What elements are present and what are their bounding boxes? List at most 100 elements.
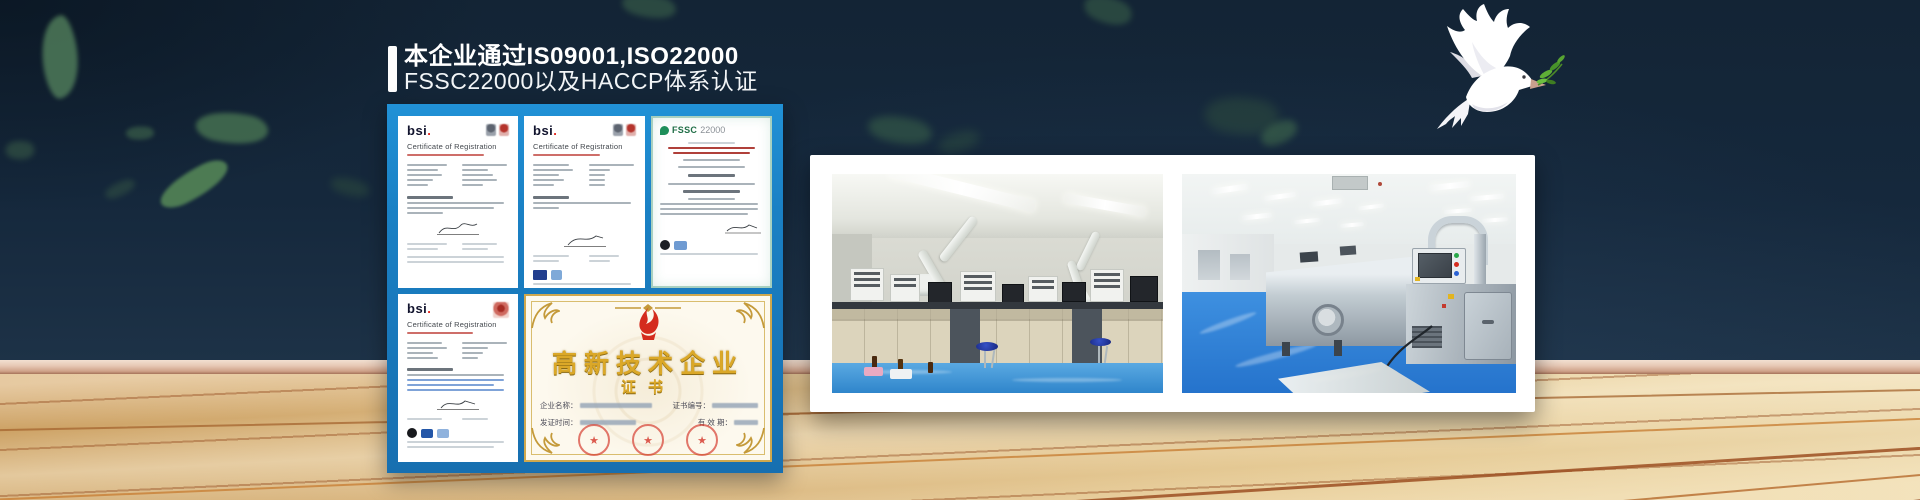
certificate-bold-line <box>407 368 453 371</box>
signature <box>660 221 763 235</box>
lab-instrument <box>850 268 884 301</box>
field-label: 证书编号： <box>673 400 711 411</box>
amber-bottle <box>928 362 933 373</box>
certificate-text-line <box>533 207 559 209</box>
certificate-text-line <box>660 213 748 215</box>
certificate-text-line <box>407 202 504 204</box>
accreditation-logos <box>407 428 509 438</box>
gold-corner-ornament <box>736 300 766 330</box>
certificate-subtitle-line <box>407 332 473 334</box>
certificate-legal-line <box>407 446 494 448</box>
accreditation-logos <box>660 240 763 250</box>
certificate-text-block <box>407 161 509 189</box>
hitech-subtitle: 证书 <box>526 376 770 397</box>
lab-instrument <box>960 271 996 302</box>
mark-logo-icon <box>660 240 670 250</box>
red-seal-stamp: ★ <box>686 424 718 456</box>
seal-star-icon: ★ <box>697 434 707 447</box>
laboratory-photo <box>832 174 1163 393</box>
signature <box>533 232 636 248</box>
bsi-certificate-3: bsi. Certificate of Registration <box>398 294 518 462</box>
hitech-enterprise-certificate: 高新技术企业 证书 企业名称： 证书编号： 发证时间： 有 效 期： ★ ★ ★ <box>524 294 772 462</box>
certificate-legal-line <box>407 441 504 443</box>
lab-monitor <box>1130 276 1158 302</box>
bsi-logo: bsi. <box>533 124 557 137</box>
blue-stool <box>976 342 998 351</box>
certificate-text-line <box>678 166 745 168</box>
royal-crest-icon <box>626 124 636 136</box>
dove-eye <box>1522 75 1525 78</box>
certificate-text-line <box>683 159 740 161</box>
certificate-legal-line <box>660 253 758 255</box>
royal-crest-icon <box>493 302 509 318</box>
hmi-button-blue <box>1454 271 1459 276</box>
machine-top-box <box>1300 251 1319 262</box>
fssc-logo-icon <box>660 126 669 135</box>
fssc-number: 22000 <box>700 125 725 135</box>
lab-monitor <box>1062 282 1086 302</box>
white-basin <box>890 369 912 379</box>
certificate-text-line <box>660 208 758 210</box>
blue-stool <box>1090 338 1111 346</box>
certificate-blue-line <box>407 389 504 391</box>
warning-label <box>1415 277 1420 281</box>
floor-seam <box>0 454 1920 500</box>
dove-tail <box>1437 98 1470 129</box>
seal-star-icon: ★ <box>589 434 599 447</box>
red-seal-stamps: ★ ★ ★ <box>526 424 770 456</box>
fssc-brand: FSSC <box>672 125 697 135</box>
field-value-redacted <box>712 403 758 408</box>
ukas-logo-icon <box>421 429 433 438</box>
headline-line2: FSSC22000以及HACCP体系认证 <box>404 70 758 93</box>
wall-window <box>1230 254 1250 280</box>
certificate-bold-line <box>533 196 569 199</box>
floor-seam <box>0 408 1920 500</box>
jas-logo-icon <box>674 241 687 250</box>
certificate-legal-line <box>407 256 504 258</box>
anab-logo-icon <box>437 429 449 438</box>
certificate-text-line <box>407 374 504 376</box>
bsi-certificate-1: bsi. Certificate of Registration <box>398 116 518 288</box>
hmi-button-green <box>1454 253 1459 258</box>
certificate-text-line <box>407 212 443 214</box>
cnas-logo-icon <box>533 270 547 280</box>
certificate-title: Certificate of Registration <box>533 142 636 151</box>
iaf-logo-icon <box>551 270 562 280</box>
certificates-panel: bsi. Certificate of Registration <box>387 104 783 473</box>
machine-top-box <box>1340 245 1357 255</box>
lab-instrument <box>1090 269 1124 302</box>
sprinkler-dot <box>1378 182 1382 186</box>
certificate-red-line <box>668 147 756 149</box>
hmi-screen <box>1418 253 1452 278</box>
hmi-button-red <box>1454 262 1459 267</box>
seal-star-icon: ★ <box>643 434 653 447</box>
lab-cabinets <box>832 309 1163 363</box>
floor-reflection <box>1012 378 1122 382</box>
certificate-footer-block <box>407 415 509 423</box>
certificate-legal-line <box>407 261 504 263</box>
indicator-label <box>1442 304 1446 308</box>
hero-banner: 本企业通过IS09001,ISO22000 FSSC22000以及HACCP体系… <box>0 0 1920 500</box>
floor-seam <box>0 432 1920 500</box>
lab-monitor <box>1002 284 1024 303</box>
certification-headline: 本企业通过IS09001,ISO22000 FSSC22000以及HACCP体系… <box>388 45 758 93</box>
certificate-title: Certificate of Registration <box>407 320 509 329</box>
certificate-blue-line <box>407 379 504 381</box>
peace-dove <box>1422 2 1567 135</box>
machine-leg <box>1282 342 1290 356</box>
certificate-subtitle-line <box>533 154 600 156</box>
certificate-title: Certificate of Registration <box>407 142 509 151</box>
certificate-text-line <box>688 142 734 144</box>
door-handle <box>1482 320 1494 324</box>
field-value-redacted <box>580 403 652 408</box>
signature <box>407 397 509 411</box>
field-label: 企业名称： <box>540 400 578 411</box>
production-line-photo <box>1182 174 1516 393</box>
bsi-certificate-2: bsi. Certificate of Registration <box>524 116 645 288</box>
headline-line1: 本企业通过IS09001,ISO22000 <box>404 45 758 69</box>
stool-leg <box>984 350 986 368</box>
certificate-text-line <box>660 203 758 205</box>
machine-leg <box>1334 340 1342 356</box>
lab-countertop <box>832 302 1163 309</box>
certificate-subtitle-line <box>407 154 484 156</box>
